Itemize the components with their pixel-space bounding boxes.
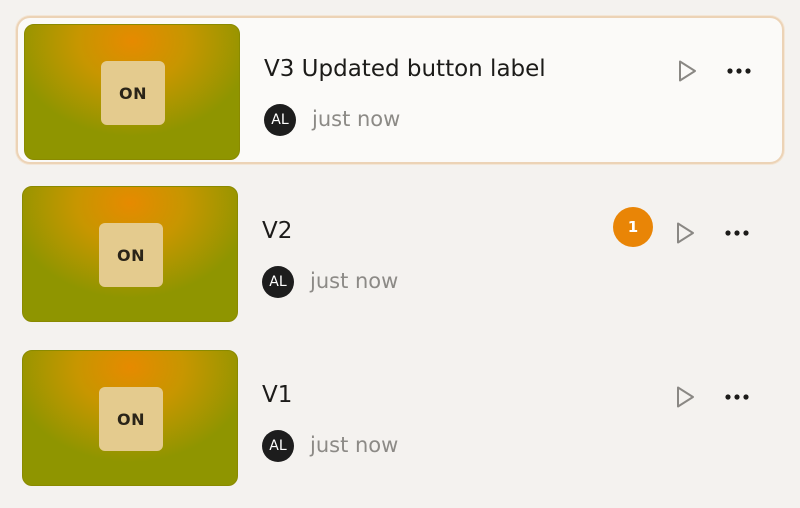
- version-timestamp: just now: [310, 433, 399, 457]
- avatar: AL: [262, 266, 294, 298]
- play-icon: [677, 222, 694, 244]
- more-options-button[interactable]: [720, 216, 754, 250]
- version-row-v3[interactable]: ON V3 Updated button label AL just now: [16, 16, 784, 164]
- thumbnail-toggle-label: ON: [101, 61, 165, 125]
- version-row-v1[interactable]: ON V1 AL just now: [16, 344, 784, 492]
- avatar: AL: [262, 430, 294, 462]
- version-timestamp: just now: [310, 269, 399, 293]
- more-horizontal-icon: [725, 394, 749, 400]
- version-history-list: ON V3 Updated button label AL just now O…: [0, 0, 800, 508]
- version-thumbnail[interactable]: ON: [22, 350, 238, 486]
- version-title: V1: [262, 382, 293, 408]
- play-icon: [677, 386, 694, 408]
- thumbnail-toggle-label: ON: [99, 223, 163, 287]
- play-icon: [679, 60, 696, 82]
- play-button[interactable]: [668, 380, 702, 414]
- version-title: V3 Updated button label: [264, 56, 546, 82]
- version-timestamp: just now: [312, 107, 401, 131]
- more-horizontal-icon: [725, 230, 749, 236]
- play-button[interactable]: [668, 216, 702, 250]
- version-thumbnail[interactable]: ON: [24, 24, 240, 160]
- version-thumbnail[interactable]: ON: [22, 186, 238, 322]
- more-horizontal-icon: [727, 68, 751, 74]
- version-title: V2: [262, 218, 293, 244]
- avatar: AL: [264, 104, 296, 136]
- comment-count-badge[interactable]: 1: [613, 207, 653, 247]
- play-button[interactable]: [670, 54, 704, 88]
- version-row-v2[interactable]: ON V2 AL just now 1: [16, 180, 784, 328]
- more-options-button[interactable]: [722, 54, 756, 88]
- thumbnail-toggle-label: ON: [99, 387, 163, 451]
- more-options-button[interactable]: [720, 380, 754, 414]
